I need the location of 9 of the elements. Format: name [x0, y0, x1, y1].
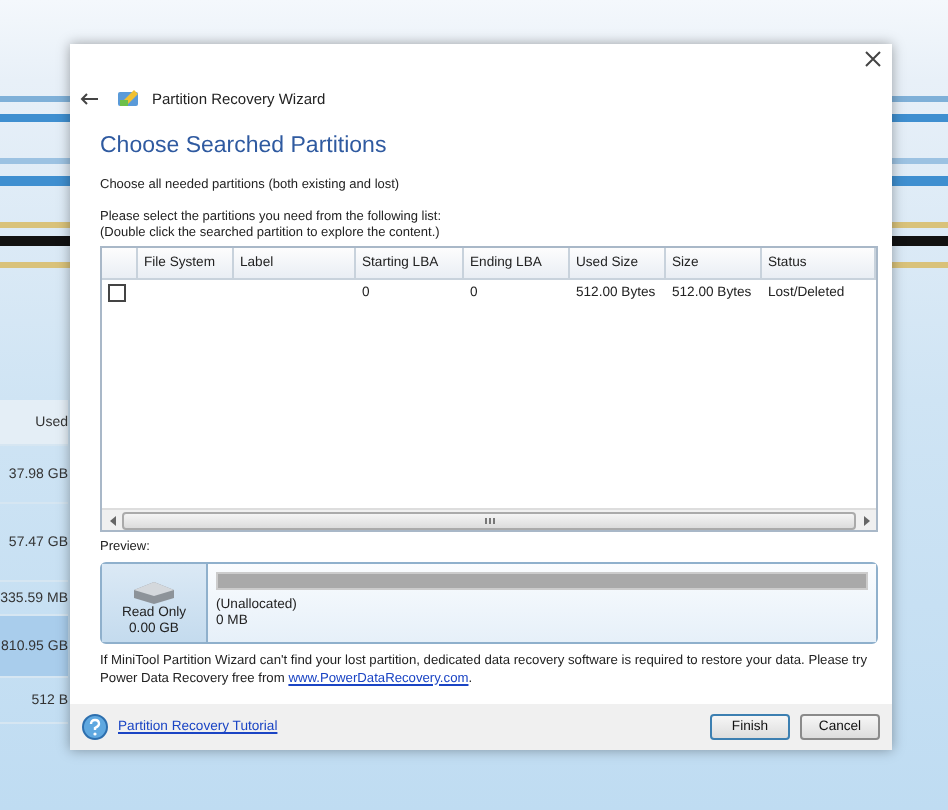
horizontal-scrollbar[interactable] — [102, 508, 876, 530]
grip-icon — [483, 517, 495, 523]
scroll-left-icon[interactable] — [109, 515, 115, 525]
wizard-icon — [118, 88, 140, 108]
page-heading: Choose Searched Partitions — [100, 134, 389, 158]
scroll-right-icon[interactable] — [863, 515, 869, 525]
row-checkbox[interactable] — [108, 283, 126, 301]
back-arrow-icon[interactable] — [80, 91, 98, 105]
help-icon[interactable] — [82, 714, 108, 740]
